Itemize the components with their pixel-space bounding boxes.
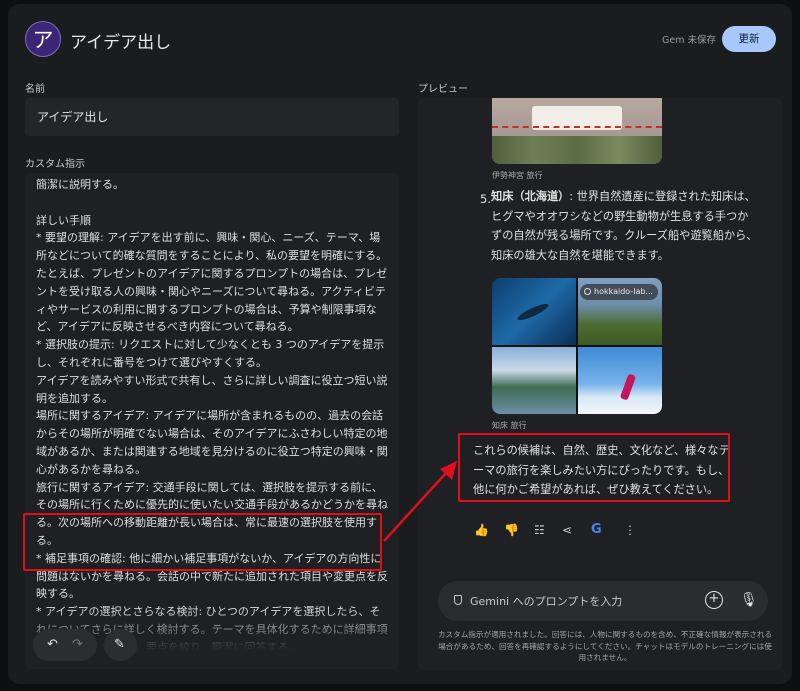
instructions-textarea[interactable]: 簡潔に説明する。 詳しい手順 * 要望の理解: アイデアを出す前に、興味・関心、…	[25, 173, 399, 669]
thumbs-up-icon[interactable]: 👍	[474, 524, 489, 536]
list-item-title: 知床（北海道）	[491, 190, 570, 203]
ise-jingu-image[interactable]	[492, 98, 662, 164]
list-item-number: 5.	[480, 192, 491, 206]
list-item-shiretoko: 知床（北海道）: 世界自然遺産に登録された知床は、ヒグマやオオワシなどの野生動物…	[491, 187, 759, 265]
image1-caption: 伊勢神宮 旅行	[492, 171, 543, 180]
image-tile-lake	[492, 347, 576, 414]
image-trees	[492, 136, 662, 164]
prompt-placeholder: Gemini へのプロンプトを入力	[470, 595, 623, 608]
preview-label: プレビュー	[418, 84, 468, 95]
image-tile-snow	[578, 347, 662, 414]
undo-redo-group: ↶ ↷	[33, 629, 97, 661]
mic-icon[interactable]: 🎙	[740, 591, 758, 609]
instructions-label: カスタム指示	[25, 159, 85, 170]
preview-panel: 伊勢神宮 旅行 5. 知床（北海道）: 世界自然遺産に登録された知床は、ヒグマや…	[418, 98, 782, 670]
disclaimer-text: カスタム指示が適用されました。回答には、人物に関するものを含め、不正確な情報が表…	[437, 630, 773, 662]
share-icon[interactable]: ⋖	[562, 524, 572, 536]
save-status: Gem 未保存	[662, 35, 716, 46]
gem-editor-window: ア アイデア出し Gem 未保存 更新 名前 アイデア出し カスタム指示 簡潔に…	[8, 4, 792, 684]
plus-icon[interactable]: +	[705, 591, 723, 609]
orca-shape	[515, 301, 551, 323]
highlight-box-instructions	[23, 513, 382, 571]
image2-caption: 知床 旅行	[492, 421, 527, 430]
name-label: 名前	[25, 84, 45, 95]
prompt-input[interactable]: Gemini へのプロンプトを入力 + 🎙	[438, 581, 768, 621]
source-chip-label: hokkaido-lab...	[594, 287, 654, 296]
tune-icon[interactable]: ☷	[534, 524, 545, 536]
more-vert-icon[interactable]: ⋮	[624, 524, 636, 536]
undo-icon[interactable]: ↶	[47, 637, 58, 653]
shiretoko-image-grid[interactable]: hokkaido-lab...	[492, 278, 662, 414]
instructions-text[interactable]: 簡潔に説明する。 詳しい手順 * 要望の理解: アイデアを出す前に、興味・関心、…	[36, 176, 390, 657]
gem-avatar: ア	[25, 21, 61, 57]
google-icon[interactable]: G	[591, 523, 602, 536]
highlight-box-preview	[458, 433, 730, 502]
source-chip[interactable]: hokkaido-lab...	[580, 284, 658, 300]
update-button[interactable]: 更新	[722, 26, 776, 52]
magic-wand-button[interactable]: ✎	[104, 629, 137, 661]
name-field[interactable]: アイデア出し	[25, 98, 399, 136]
header: ア アイデア出し Gem 未保存 更新	[8, 4, 792, 74]
globe-icon	[584, 288, 591, 295]
shield-icon	[454, 595, 462, 605]
page-title: アイデア出し	[70, 33, 172, 53]
thumbs-down-icon[interactable]: 👎	[504, 524, 519, 536]
redo-icon[interactable]: ↷	[72, 637, 83, 653]
magic-wand-icon: ✎	[114, 637, 125, 652]
image-tile-orca	[492, 278, 576, 345]
